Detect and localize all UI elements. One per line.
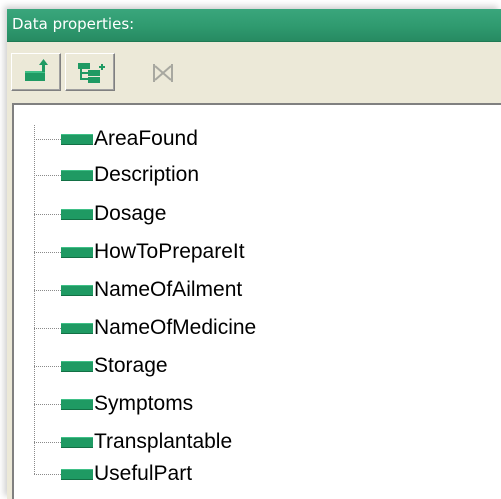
- data-property-icon: [61, 247, 93, 258]
- tree-item-label: Description: [94, 163, 200, 186]
- tree-item[interactable]: NameOfMedicine: [34, 314, 494, 344]
- tree-item-label: Symptoms: [94, 392, 194, 415]
- tree-item-label: AreaFound: [94, 127, 198, 150]
- delete-property-button[interactable]: [139, 53, 189, 91]
- tree-branch-line: [34, 474, 61, 475]
- tree-branch-line: [34, 214, 61, 215]
- data-property-icon: [61, 361, 93, 372]
- tree-item[interactable]: UsefulPart: [34, 460, 494, 490]
- data-property-icon: [61, 437, 93, 448]
- delete-property-icon: [153, 64, 173, 82]
- tree-branch-line: [34, 139, 61, 140]
- data-property-icon: [61, 170, 93, 181]
- data-property-icon: [61, 323, 93, 334]
- data-property-icon: [61, 209, 93, 220]
- panel-title: Data properties:: [7, 9, 501, 42]
- tree-item-label: NameOfAilment: [94, 278, 243, 301]
- data-properties-panel: Data properties: AreaFound Description D…: [7, 9, 501, 499]
- tree-item[interactable]: Symptoms: [34, 390, 494, 420]
- tree-branch-line: [34, 290, 61, 291]
- tree-item-label: Transplantable: [94, 430, 233, 453]
- tree-branch-line: [34, 404, 61, 405]
- tree-item[interactable]: AreaFound: [34, 125, 494, 155]
- tree-item-label: HowToPrepareIt: [94, 240, 245, 263]
- tree-item[interactable]: Storage: [34, 352, 494, 382]
- tree-item[interactable]: HowToPrepareIt: [34, 238, 494, 268]
- tree-item-label: Dosage: [94, 202, 167, 225]
- tree-branch-line: [34, 442, 61, 443]
- add-property-icon: [25, 59, 48, 81]
- tree-item[interactable]: NameOfAilment: [34, 276, 494, 306]
- data-property-icon: [61, 399, 93, 410]
- data-property-icon: [61, 134, 93, 145]
- add-subproperty-button[interactable]: [65, 53, 115, 91]
- tree-item[interactable]: Description: [34, 161, 494, 191]
- tree-item[interactable]: Transplantable: [34, 428, 494, 458]
- properties-toolbar: [7, 42, 501, 100]
- tree-item-label: Storage: [94, 354, 168, 377]
- tree-item-label: UsefulPart: [94, 462, 193, 485]
- data-property-icon: [61, 285, 93, 296]
- tree-item-label: NameOfMedicine: [94, 316, 257, 339]
- data-property-icon: [61, 469, 93, 480]
- tree-branch-line: [34, 175, 61, 176]
- tree-item[interactable]: Dosage: [34, 200, 494, 230]
- tree-branch-line: [34, 252, 61, 253]
- tree-branch-line: [34, 366, 61, 367]
- tree-branch-line: [34, 328, 61, 329]
- add-property-button[interactable]: [11, 53, 61, 91]
- add-subproperty-icon: [78, 63, 105, 83]
- properties-tree[interactable]: AreaFound Description Dosage HowToPrepar…: [12, 103, 501, 499]
